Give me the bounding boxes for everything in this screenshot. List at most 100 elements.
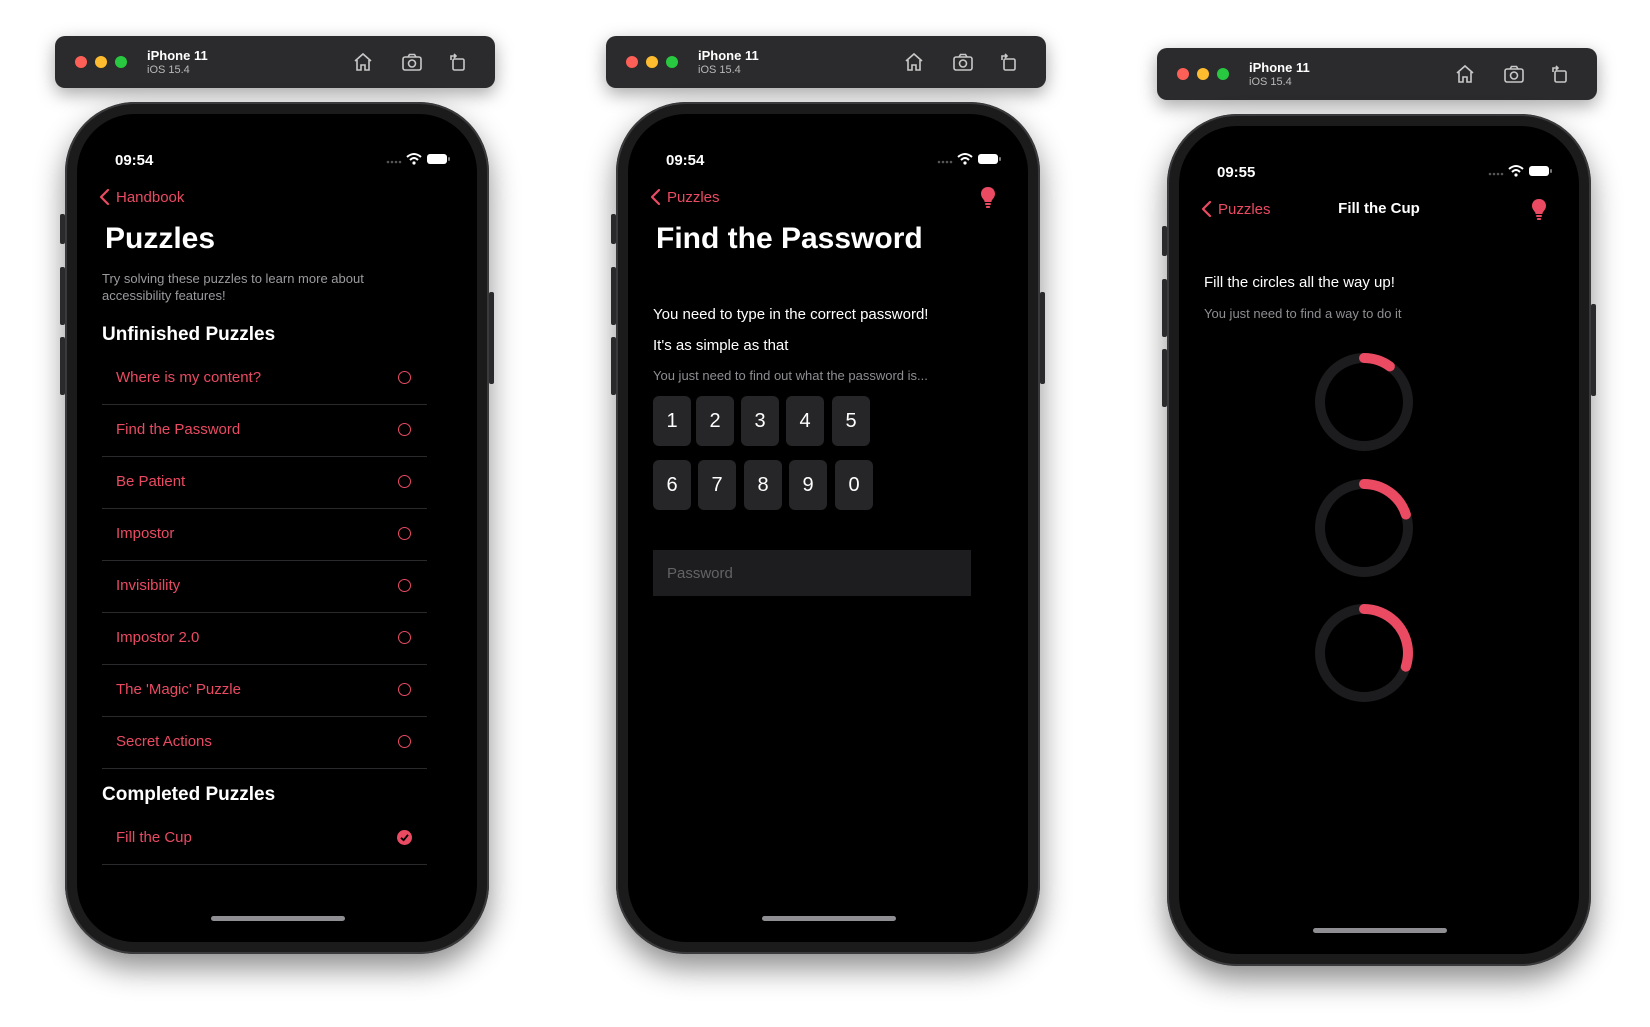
puzzle-row[interactable]: Where is my content?	[102, 352, 427, 405]
section-title-unfinished: Unfinished Puzzles	[102, 324, 276, 345]
minimize-window-button[interactable]	[646, 56, 658, 68]
signal-icon	[386, 160, 402, 164]
unchecked-circle-icon	[398, 475, 411, 488]
screenshot-icon[interactable]	[400, 50, 424, 74]
screenshot-icon[interactable]	[951, 50, 975, 74]
close-window-button[interactable]	[626, 56, 638, 68]
mute-switch	[1162, 226, 1167, 256]
digit-key-button[interactable]: 6	[653, 460, 691, 510]
lightbulb-hint-icon[interactable]	[1531, 198, 1547, 222]
volume-up-button	[611, 267, 616, 325]
battery-icon	[978, 154, 1001, 164]
battery-icon	[1529, 166, 1552, 176]
rotate-icon[interactable]	[446, 50, 470, 74]
simulator-titlebar: iPhone 11 iOS 15.4	[55, 36, 495, 88]
digit-key-button[interactable]: 4	[786, 396, 824, 446]
puzzle-row[interactable]: Be Patient	[102, 456, 427, 509]
simulator-titlebar: iPhone 11 iOS 15.4	[606, 36, 1046, 88]
iphone-frame: 09:55 Puzzles Fill the Cup Fill the circ…	[1162, 114, 1596, 966]
puzzle-row[interactable]: Impostor	[102, 508, 427, 561]
completed-puzzle-row[interactable]: Fill the Cup	[102, 812, 427, 865]
wifi-icon	[406, 153, 422, 165]
close-window-button[interactable]	[75, 56, 87, 68]
puzzle-label: Impostor 2.0	[116, 629, 200, 646]
signal-icon	[1488, 172, 1504, 176]
status-time: 09:54	[666, 152, 705, 169]
chevron-left-icon	[99, 188, 110, 206]
minimize-window-button[interactable]	[1197, 68, 1209, 80]
puzzle-label: Be Patient	[116, 473, 186, 490]
status-icons	[937, 153, 1001, 165]
status-icons	[386, 153, 450, 165]
nav-title: Fill the Cup	[1338, 200, 1420, 217]
puzzles-screen: 09:54 Handbook Puzzles Try solving these…	[77, 114, 477, 942]
home-icon[interactable]	[902, 50, 926, 74]
volume-down-button	[1162, 349, 1167, 407]
volume-down-button	[611, 337, 616, 395]
rotate-icon[interactable]	[1548, 62, 1572, 86]
back-button[interactable]: Handbook	[99, 188, 184, 206]
checkmark-circle-icon	[397, 830, 412, 845]
unchecked-circle-icon	[398, 423, 411, 436]
puzzle-label: Fill the Cup	[116, 829, 192, 846]
home-icon[interactable]	[351, 50, 375, 74]
home-indicator[interactable]	[1313, 928, 1447, 933]
puzzle-row[interactable]: Find the Password	[102, 404, 427, 457]
page-title: Puzzles	[105, 222, 216, 255]
instruction-text-2: It's as simple as that	[653, 337, 789, 354]
rotate-icon[interactable]	[997, 50, 1021, 74]
instruction-text-1: You need to type in the correct password…	[653, 306, 929, 323]
minimize-window-button[interactable]	[95, 56, 107, 68]
password-field[interactable]	[653, 550, 971, 596]
puzzle-row[interactable]: The 'Magic' Puzzle	[102, 664, 427, 717]
volume-up-button	[1162, 279, 1167, 337]
puzzle-label: Where is my content?	[116, 369, 262, 386]
digit-key-button[interactable]: 5	[832, 396, 870, 446]
page-subtitle: Try solving these puzzles to learn more …	[102, 271, 364, 303]
device-info: iPhone 11 iOS 15.4	[698, 48, 759, 76]
puzzle-label: Secret Actions	[116, 733, 212, 750]
digit-key-button[interactable]: 8	[744, 460, 782, 510]
digit-key-button[interactable]: 0	[835, 460, 873, 510]
zoom-window-button[interactable]	[1217, 68, 1229, 80]
window-controls	[75, 56, 127, 68]
back-label: Handbook	[116, 188, 185, 206]
power-button	[489, 292, 494, 384]
digit-key-button[interactable]: 2	[696, 396, 734, 446]
lightbulb-hint-icon[interactable]	[980, 186, 996, 210]
instruction-text: Fill the circles all the way up!	[1204, 274, 1395, 291]
puzzle-label: Find the Password	[116, 421, 241, 438]
progress-ring[interactable]	[1314, 603, 1414, 703]
hint-text: You just need to find out what the passw…	[653, 368, 928, 383]
puzzle-label: Invisibility	[116, 577, 181, 594]
zoom-window-button[interactable]	[115, 56, 127, 68]
unchecked-circle-icon	[398, 371, 411, 384]
home-indicator[interactable]	[211, 916, 345, 921]
back-button[interactable]: Puzzles	[650, 188, 720, 206]
digit-key-button[interactable]: 7	[698, 460, 736, 510]
progress-ring[interactable]	[1314, 478, 1414, 578]
progress-ring[interactable]	[1314, 352, 1414, 452]
page-title: Find the Password	[656, 222, 923, 255]
unchecked-circle-icon	[398, 579, 411, 592]
device-os: iOS 15.4	[698, 64, 741, 76]
home-indicator[interactable]	[762, 916, 896, 921]
home-icon[interactable]	[1453, 62, 1477, 86]
puzzle-row[interactable]: Invisibility	[102, 560, 427, 613]
puzzle-row[interactable]: Secret Actions	[102, 716, 427, 769]
zoom-window-button[interactable]	[666, 56, 678, 68]
wifi-icon	[1508, 165, 1524, 177]
puzzle-row[interactable]: Impostor 2.0	[102, 612, 427, 665]
simulator-titlebar: iPhone 11 iOS 15.4	[1157, 48, 1597, 100]
power-button	[1040, 292, 1045, 384]
puzzle-label: The 'Magic' Puzzle	[116, 681, 241, 698]
unchecked-circle-icon	[398, 683, 411, 696]
screenshot-icon[interactable]	[1502, 62, 1526, 86]
close-window-button[interactable]	[1177, 68, 1189, 80]
battery-icon	[427, 154, 450, 164]
wifi-icon	[957, 153, 973, 165]
device-os: iOS 15.4	[1249, 76, 1292, 88]
digit-key-button[interactable]: 3	[741, 396, 779, 446]
digit-key-button[interactable]: 1	[653, 396, 691, 446]
digit-key-button[interactable]: 9	[789, 460, 827, 510]
